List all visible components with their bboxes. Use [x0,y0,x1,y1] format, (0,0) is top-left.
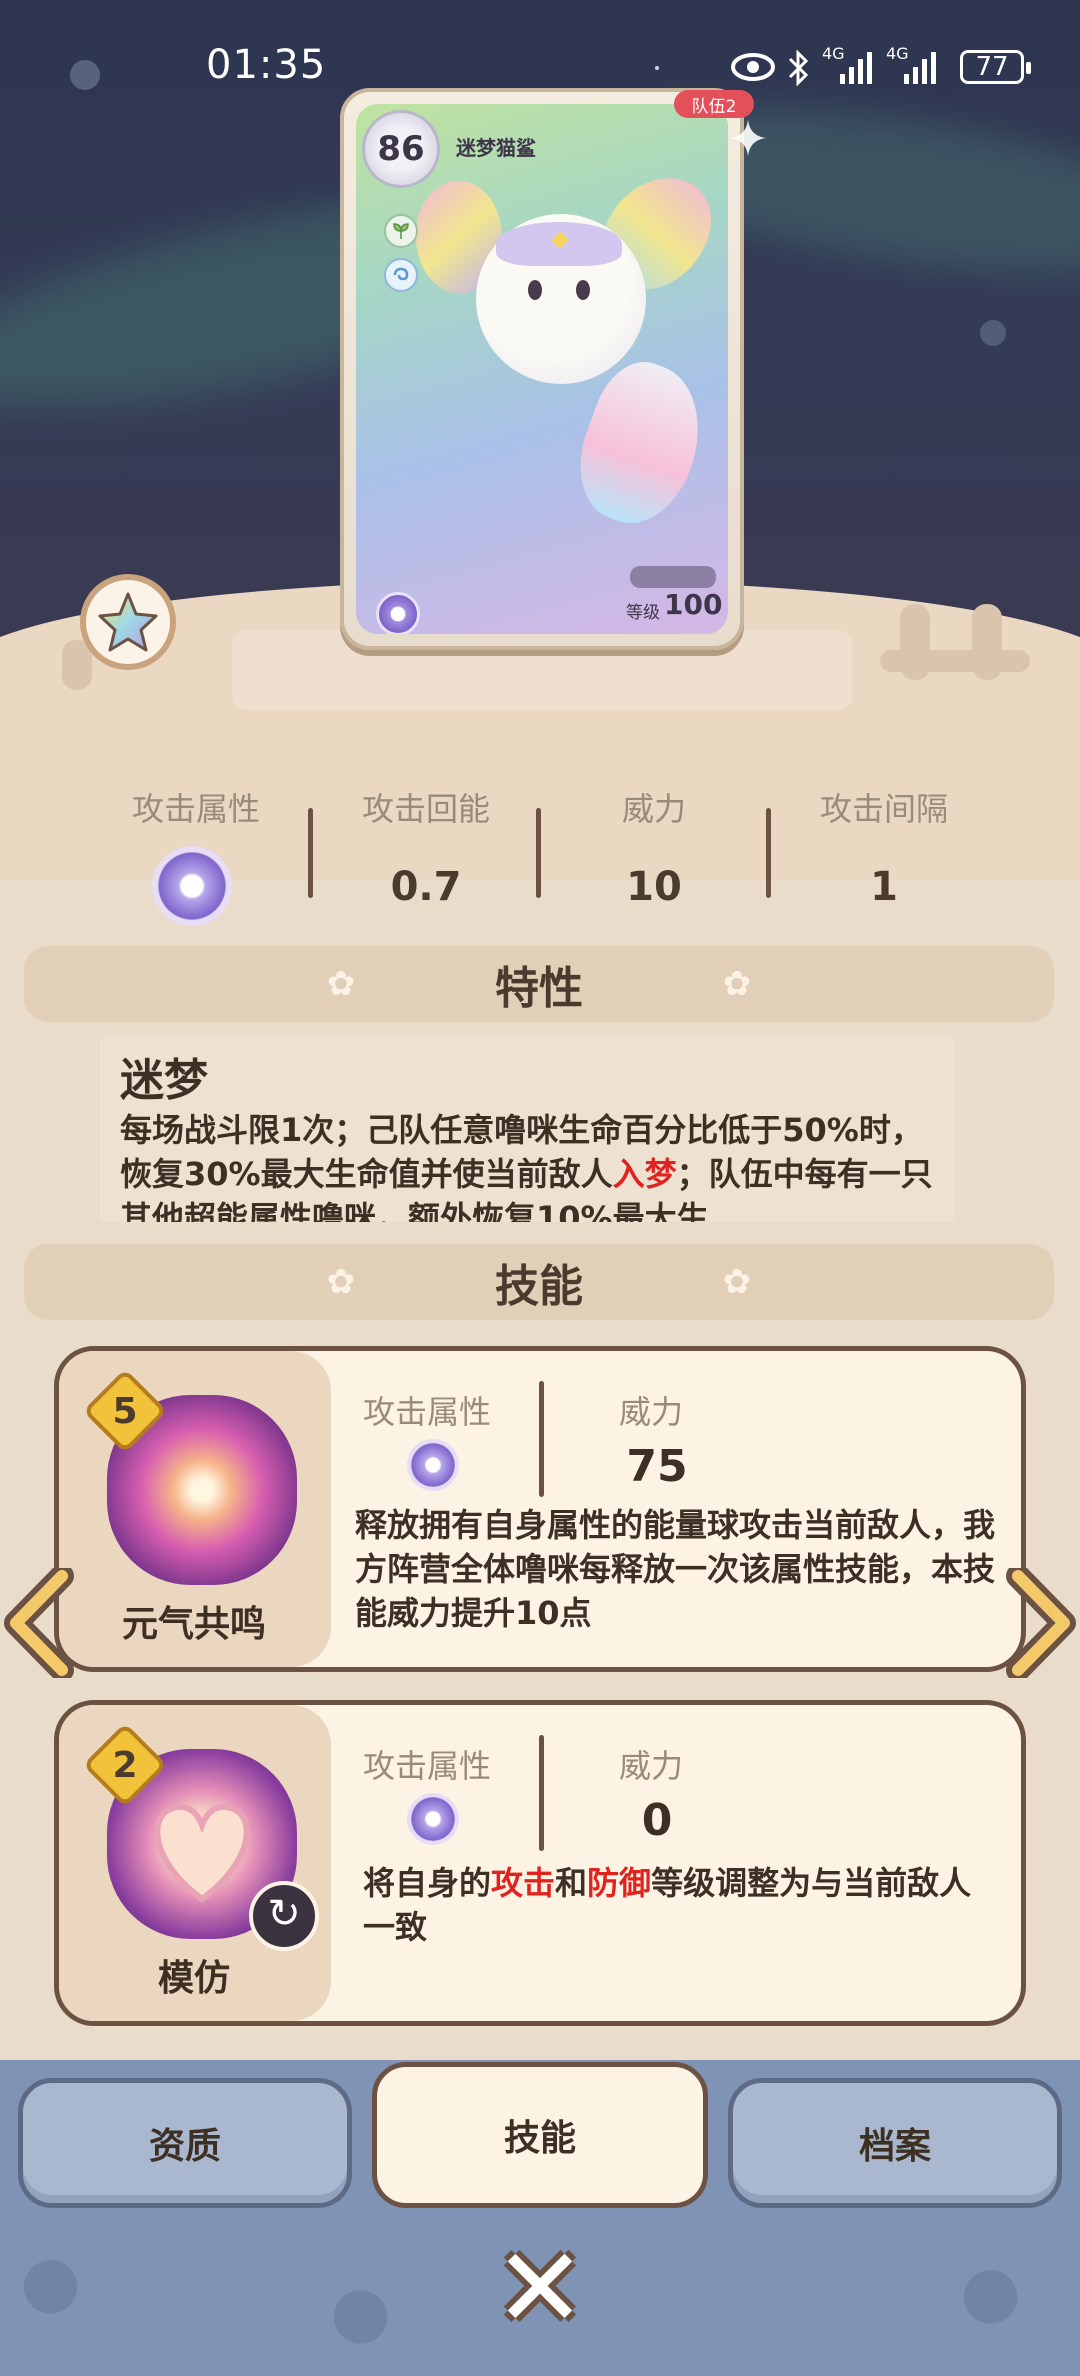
team-badge: 队伍2 [674,90,754,118]
refresh-icon: ↻ [249,1881,319,1951]
previous-arrow-button[interactable] [4,1568,74,1678]
swirl-icon [384,258,418,292]
skill-card[interactable]: 5 元气共鸣 攻击属性 威力 75 释放拥有自身属性的能量球攻击当前敌人，我方阵… [54,1346,1026,1672]
creature-body [476,214,646,384]
trait-content[interactable]: 迷梦 每场战斗限1次；己队任意噜咪生命百分比低于50%时，恢复30%最大生命值并… [100,1036,955,1222]
pet-card: 86 迷梦猫鲨 等级 100 队伍2 [340,88,754,650]
skills-section-header: ✿ 技能 ✿ [24,1244,1054,1320]
stat-label-power: 威力 [621,790,686,828]
favorite-star-button[interactable] [80,574,176,670]
paw-icon: ✿ [722,1262,752,1302]
skill-divider [539,1735,544,1851]
skill-cost: 5 [112,1391,138,1432]
stat-value-power: 10 [626,864,682,910]
psychic-attribute-icon [158,852,226,920]
skill-name: 模仿 [157,1958,230,1999]
psychic-attribute-icon [411,1443,455,1487]
pet-name: 迷梦猫鲨 [456,136,536,160]
battery-indicator: 77 [960,50,1031,84]
skill-description: 释放拥有自身属性的能量球攻击当前敌人，我方阵营全体噜咪每释放一次该属性技能，本技… [355,1506,996,1632]
bluetooth-icon [786,49,810,95]
close-button[interactable]: ✕ [488,2233,592,2343]
stat-divider [766,808,771,898]
tab-aptitude[interactable]: 资质 [18,2078,352,2208]
trait-description: 每场战斗限1次；己队任意噜咪生命百分比低于50%时，恢复30%最大生命值并使当前… [120,1111,933,1222]
card-dots-decoration [630,566,716,588]
stat-value-attack-energy: 0.7 [390,864,462,910]
skill-power-label: 威力 [619,1393,684,1431]
pet-card-art: 86 迷梦猫鲨 等级 100 [356,104,728,634]
signal-icon [902,50,942,93]
tab-skills[interactable]: 技能 [372,2062,708,2208]
paw-icon: ✿ [326,1262,356,1302]
stat-label-attack-energy: 攻击回能 [361,790,490,828]
signal-icon [838,50,878,93]
trait-name: 迷梦 [120,1055,208,1106]
skill-name: 元气共鸣 [121,1604,266,1645]
paw-print-decoration: ● [330,2270,392,2352]
stat-divider [536,808,541,898]
paw-icon: ✿ [722,964,752,1004]
paw-print-decoration: ● [960,2250,1022,2332]
skill-attr-label: 攻击属性 [363,1747,492,1785]
tab-archive[interactable]: 档案 [728,2078,1062,2208]
level-value: 100 [664,588,723,621]
eye-icon [730,50,776,93]
skills-section-title: 技能 [495,1261,583,1312]
paw-print-decoration: ● [20,2240,82,2322]
trait-section-header: ✿ 特性 ✿ [24,946,1054,1022]
sparkle-icon [730,120,766,156]
leaf-icon [384,214,418,248]
skill-power: 0 [641,1795,673,1846]
stat-divider [308,808,313,898]
skill-card[interactable]: 2 ↻ 模仿 攻击属性 威力 0 将自身的攻击和防御等级调整为与当前敌人一致 [54,1700,1026,2026]
level-label: 等级 [626,603,660,623]
skill-power: 75 [626,1441,688,1492]
trait-section-title: 特性 [495,963,583,1014]
fence-rail [880,650,1030,672]
skill-description: 将自身的攻击和防御等级调整为与当前敌人一致 [363,1864,972,1946]
star-icon [98,592,158,652]
pet-level-badge: 86 [362,110,440,188]
stat-label-attack-interval: 攻击间隔 [819,790,948,828]
psychic-attribute-icon [376,592,420,634]
stat-label-attack-attribute: 攻击属性 [131,790,260,828]
clock: 01:35 [206,42,327,88]
keyword-attack: 攻击 [491,1864,556,1902]
skill-divider [539,1381,544,1497]
skill-power-label: 威力 [619,1747,684,1785]
skill-cost: 2 [112,1745,138,1786]
keyword-defense: 防御 [587,1864,652,1902]
trait-keyword-highlight: 入梦 [612,1155,677,1193]
paw-icon: ✿ [326,964,356,1004]
next-arrow-button[interactable] [1006,1568,1076,1678]
stat-value-attack-interval: 1 [870,864,898,910]
psychic-attribute-icon [411,1797,455,1841]
skill-attr-label: 攻击属性 [363,1393,492,1431]
